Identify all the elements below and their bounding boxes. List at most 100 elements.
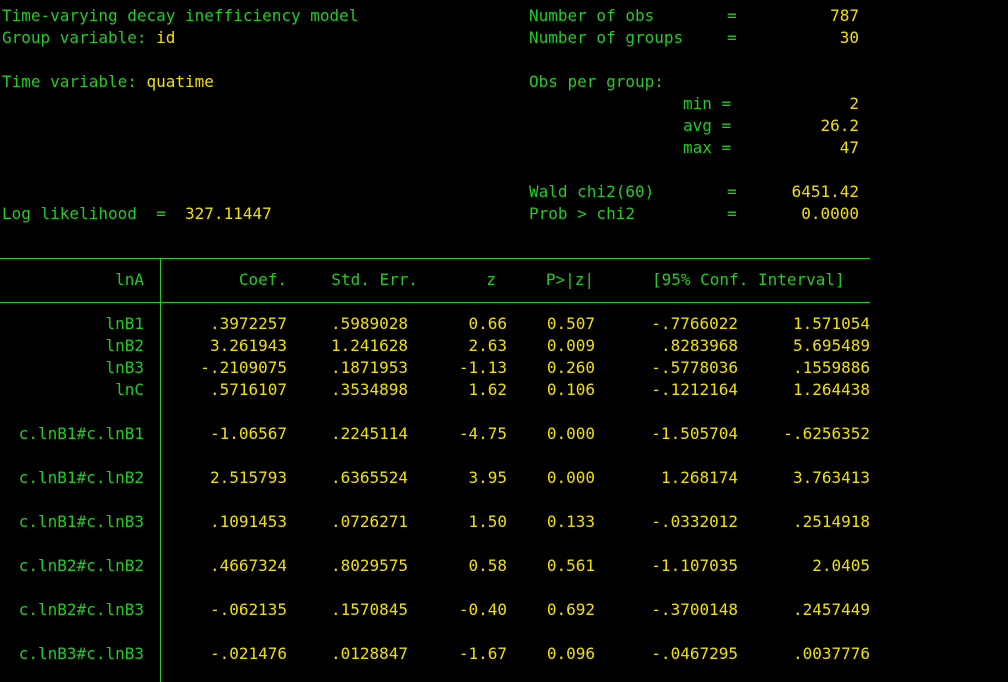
prob-label: Prob > chi2: [529, 204, 635, 223]
cell-ci-lower: -.3700148: [651, 600, 738, 619]
min-label: min =: [683, 94, 732, 113]
cell-p-value: 0.000: [546, 468, 595, 487]
cell-coef: -.2109075: [200, 358, 287, 377]
cell-std-err: 1.241628: [330, 336, 408, 355]
cell-ci-upper: 1.264438: [792, 380, 870, 399]
cell-ci-lower: -1.505704: [651, 424, 738, 443]
row-variable-name: c.lnB2#c.lnB3: [18, 600, 144, 619]
row-variable-name: lnC: [115, 380, 144, 399]
col-header-coef: Coef.: [238, 270, 287, 289]
log-likelihood-line: Log likelihood = 327.11447: [2, 203, 272, 225]
cell-ci-upper: 5.695489: [792, 336, 870, 355]
cell-ci-upper: .2514918: [792, 512, 870, 531]
cell-ci-lower: 1.268174: [660, 468, 738, 487]
time-variable-value: quatime: [146, 72, 214, 91]
row-variable-name: c.lnB3#c.lnB3: [18, 644, 144, 663]
stata-results-window: Time-varying decay inefficiency model Gr…: [0, 0, 1008, 682]
cell-z: 0.58: [468, 556, 507, 575]
max-label: max =: [683, 138, 732, 157]
cell-ci-lower: -.5778036: [651, 358, 738, 377]
row-variable-name: lnB2: [105, 336, 144, 355]
col-header-se: Std. Err.: [331, 270, 418, 289]
prob-value: 0.0000: [801, 204, 859, 223]
cell-coef: .1091453: [209, 512, 287, 531]
wald-label: Wald chi2(60): [529, 182, 655, 201]
cell-p-value: 0.133: [546, 512, 595, 531]
min-value: 2: [849, 94, 859, 113]
group-variable-value: id: [156, 28, 176, 47]
log-likelihood-label: Log likelihood =: [2, 204, 166, 223]
time-variable-line: Time variable: quatime: [2, 71, 214, 93]
avg-label: avg =: [683, 116, 732, 135]
cell-coef: -.021476: [209, 644, 287, 663]
cell-coef: .3972257: [209, 314, 287, 333]
row-variable-name: c.lnB1#c.lnB1: [18, 424, 144, 443]
row-variable-name: c.lnB1#c.lnB2: [18, 468, 144, 487]
row-variable-name: c.lnB2#c.lnB2: [18, 556, 144, 575]
col-header-p: P>|z|: [545, 270, 594, 289]
cell-std-err: .8029575: [330, 556, 408, 575]
cell-z: -1.67: [458, 644, 507, 663]
ngroups-label: Number of groups: [529, 28, 684, 47]
time-variable-label: Time variable:: [2, 72, 137, 91]
col-header-ci: [95% Conf. Interval]: [652, 270, 845, 289]
cell-p-value: 0.561: [546, 556, 595, 575]
wald-value: 6451.42: [791, 182, 859, 201]
cell-ci-upper: -.6256352: [783, 424, 870, 443]
cell-ci-lower: -.0332012: [651, 512, 738, 531]
cell-ci-upper: .0037776: [792, 644, 870, 663]
cell-ci-lower: -1.107035: [651, 556, 738, 575]
group-variable-label: Group variable:: [2, 28, 147, 47]
cell-ci-upper: .1559886: [792, 358, 870, 377]
table-column-divider: [160, 258, 161, 682]
depvar-header: lnA: [115, 270, 144, 289]
cell-p-value: 0.106: [546, 380, 595, 399]
cell-coef: .4667324: [209, 556, 287, 575]
cell-coef: 3.261943: [209, 336, 287, 355]
cell-ci-lower: -.0467295: [651, 644, 738, 663]
cell-coef: -1.06567: [209, 424, 287, 443]
cell-coef: .5716107: [209, 380, 287, 399]
cell-z: 1.50: [468, 512, 507, 531]
cell-p-value: 0.000: [546, 424, 595, 443]
max-value: 47: [839, 138, 859, 157]
table-top-rule: [0, 258, 870, 259]
cell-std-err: .5989028: [330, 314, 408, 333]
cell-coef: -.062135: [209, 600, 287, 619]
ngroups-equals: =: [727, 28, 737, 47]
ngroups-value: 30: [839, 28, 859, 47]
nobs-label: Number of obs: [529, 6, 655, 25]
cell-ci-lower: .8283968: [660, 336, 738, 355]
cell-ci-lower: -.7766022: [651, 314, 738, 333]
cell-z: -4.75: [458, 424, 507, 443]
cell-z: 0.66: [468, 314, 507, 333]
row-variable-name: lnB1: [105, 314, 144, 333]
col-header-z: z: [486, 270, 496, 289]
cell-z: -0.40: [458, 600, 507, 619]
cell-p-value: 0.507: [546, 314, 595, 333]
prob-equals: =: [727, 204, 737, 223]
cell-ci-upper: 2.0405: [812, 556, 870, 575]
log-likelihood-value: 327.11447: [185, 204, 272, 223]
cell-ci-upper: .2457449: [792, 600, 870, 619]
cell-p-value: 0.260: [546, 358, 595, 377]
cell-p-value: 0.096: [546, 644, 595, 663]
cell-std-err: .3534898: [330, 380, 408, 399]
cell-z: 2.63: [468, 336, 507, 355]
cell-std-err: .1570845: [330, 600, 408, 619]
cell-ci-upper: 1.571054: [792, 314, 870, 333]
cell-std-err: .6365524: [330, 468, 408, 487]
model-title: Time-varying decay inefficiency model: [2, 6, 359, 25]
cell-ci-upper: 3.763413: [792, 468, 870, 487]
avg-value: 26.2: [820, 116, 859, 135]
cell-coef: 2.515793: [209, 468, 287, 487]
nobs-equals: =: [727, 6, 737, 25]
group-variable-line: Group variable: id: [2, 27, 175, 49]
cell-std-err: .1871953: [330, 358, 408, 377]
cell-std-err: .0128847: [330, 644, 408, 663]
nobs-value: 787: [830, 6, 859, 25]
cell-z: 3.95: [468, 468, 507, 487]
cell-std-err: .2245114: [330, 424, 408, 443]
cell-z: 1.62: [468, 380, 507, 399]
row-variable-name: lnB3: [105, 358, 144, 377]
